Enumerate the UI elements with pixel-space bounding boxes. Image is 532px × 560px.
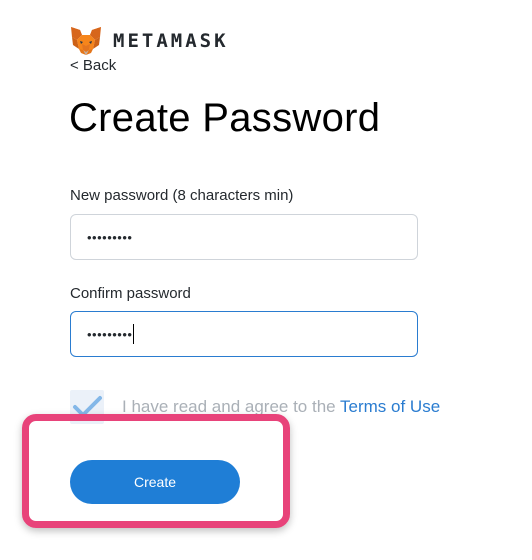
confirm-password-input[interactable]: ••••••••• — [70, 311, 418, 357]
new-password-input[interactable]: ••••••••• — [70, 214, 418, 260]
confirm-password-value: ••••••••• — [87, 326, 133, 342]
fox-logo-icon — [71, 27, 101, 55]
page-title: Create Password — [69, 96, 381, 140]
metamask-logo: METAMASK — [69, 24, 229, 58]
terms-of-use-link[interactable]: Terms of Use — [340, 397, 440, 416]
back-link[interactable]: < Back — [70, 57, 116, 74]
brand-wordmark: METAMASK — [113, 30, 229, 52]
create-button[interactable]: Create — [70, 460, 240, 504]
new-password-value: ••••••••• — [87, 229, 133, 245]
confirm-password-label: Confirm password — [70, 285, 191, 302]
text-caret — [133, 324, 135, 344]
new-password-label: New password (8 characters min) — [70, 187, 294, 204]
